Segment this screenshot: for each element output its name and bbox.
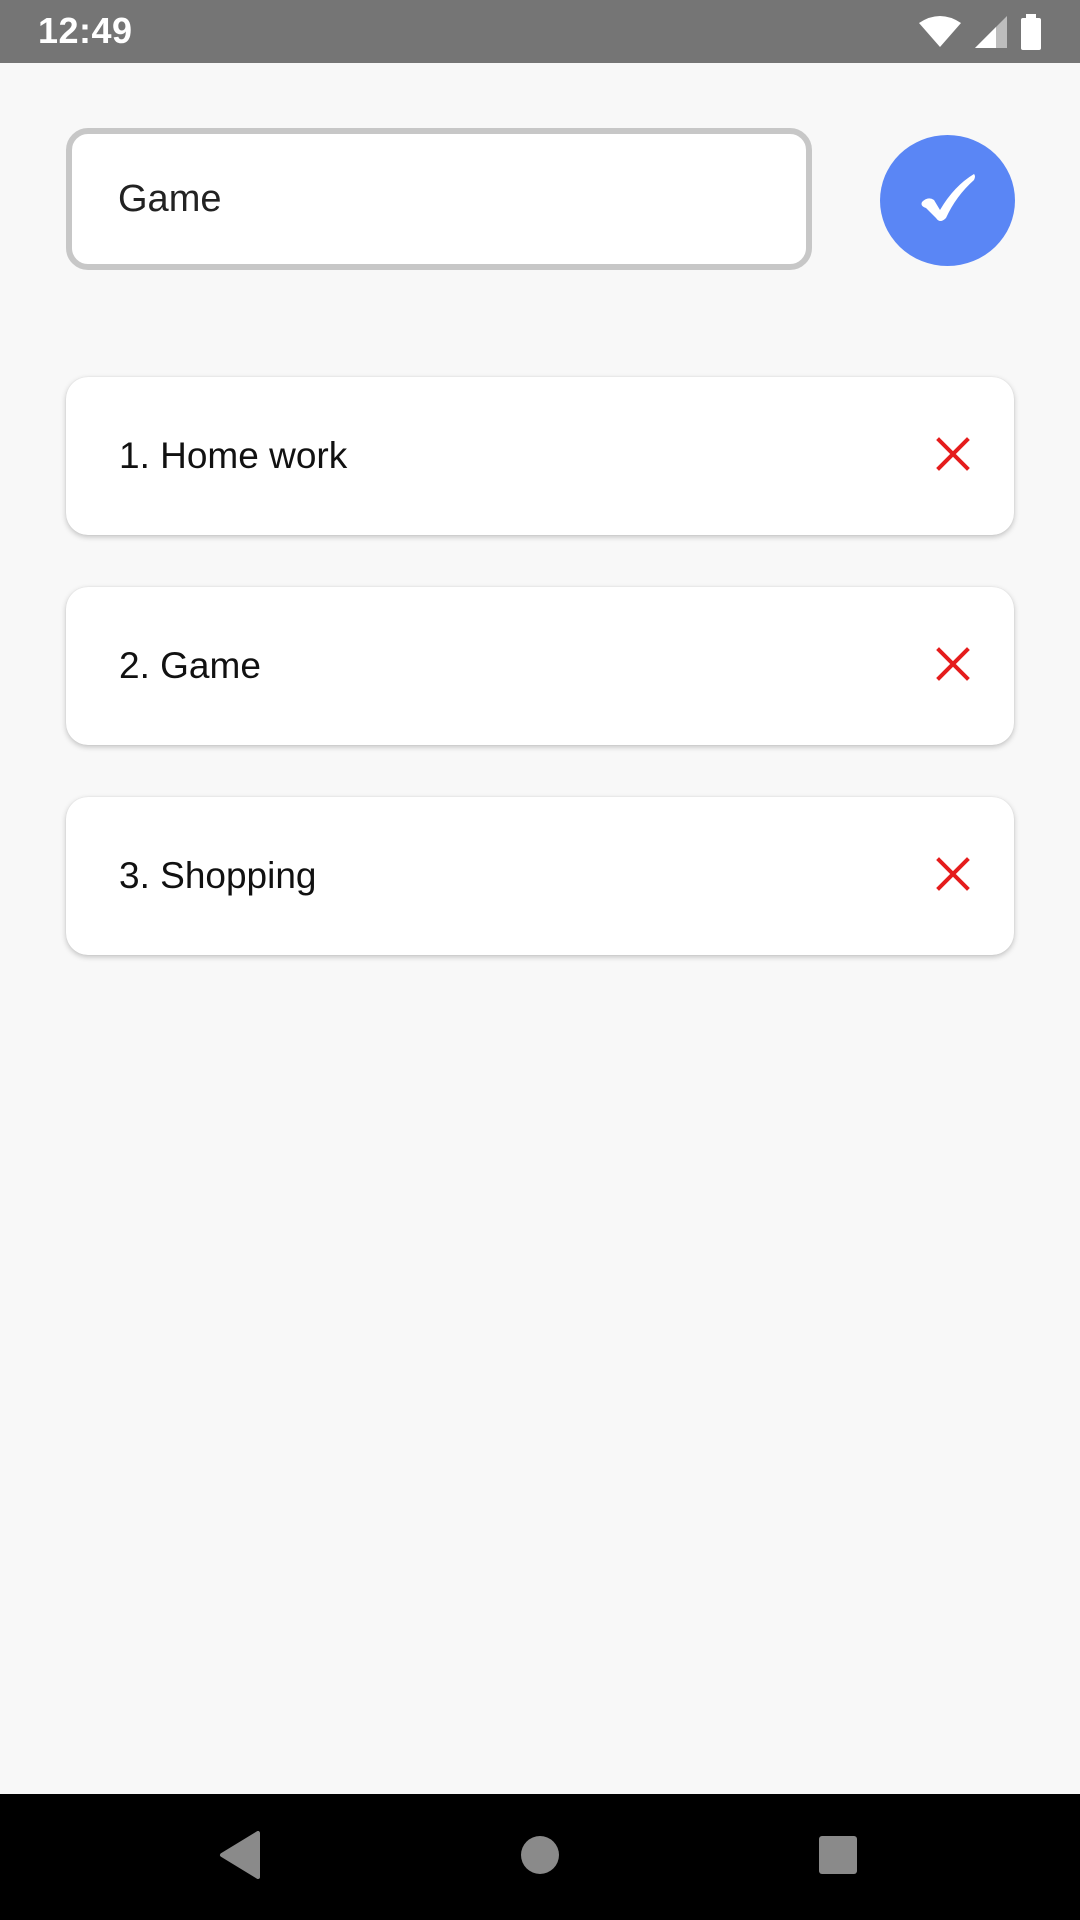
list-item[interactable]: 3. Shopping bbox=[66, 797, 1014, 955]
signal-icon bbox=[974, 15, 1008, 49]
delete-button[interactable] bbox=[921, 844, 985, 908]
list-item[interactable]: 2. Game bbox=[66, 587, 1014, 745]
back-button[interactable] bbox=[212, 1829, 268, 1885]
task-list: 1. Home work 2. Game 3. Shopping bbox=[66, 377, 1014, 1007]
back-icon bbox=[218, 1830, 262, 1884]
home-button[interactable] bbox=[512, 1829, 568, 1885]
close-icon bbox=[936, 436, 970, 476]
delete-button[interactable] bbox=[921, 424, 985, 488]
status-time: 12:49 bbox=[38, 10, 133, 51]
close-icon bbox=[936, 856, 970, 896]
task-label: 2. Game bbox=[119, 645, 261, 686]
check-icon bbox=[918, 172, 978, 229]
recents-button[interactable] bbox=[810, 1829, 866, 1885]
recents-icon bbox=[818, 1835, 858, 1880]
list-item[interactable]: 1. Home work bbox=[66, 377, 1014, 535]
home-icon bbox=[520, 1835, 560, 1880]
task-label: 3. Shopping bbox=[119, 855, 317, 896]
status-icons bbox=[918, 12, 1042, 52]
navigation-bar bbox=[0, 1794, 1080, 1920]
task-input[interactable] bbox=[118, 134, 758, 264]
task-input-container bbox=[66, 128, 812, 270]
task-label: 1. Home work bbox=[119, 435, 348, 476]
confirm-button[interactable] bbox=[880, 135, 1015, 266]
status-bar: 12:49 bbox=[0, 0, 1080, 63]
battery-icon bbox=[1020, 14, 1042, 50]
wifi-icon bbox=[918, 15, 962, 49]
close-icon bbox=[936, 646, 970, 686]
delete-button[interactable] bbox=[921, 634, 985, 698]
